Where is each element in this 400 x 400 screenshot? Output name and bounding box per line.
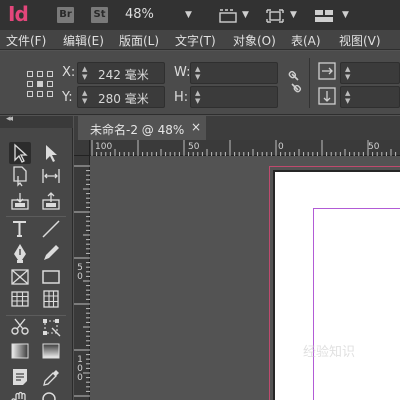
scissors-tool-icon[interactable] <box>9 316 31 338</box>
direct-selection-tool-icon[interactable] <box>40 142 62 164</box>
scale-y-field[interactable]: ▲ ▼ <box>340 86 400 108</box>
hand-tool-icon[interactable] <box>9 390 31 400</box>
menu-edit[interactable]: 编辑(E) <box>63 32 104 49</box>
x-stepper-icon[interactable]: ▲ ▼ <box>82 65 87 81</box>
close-tab-icon[interactable]: × <box>191 120 201 134</box>
content-placer-icon[interactable] <box>40 190 62 212</box>
grid-tool-icon[interactable] <box>40 288 62 310</box>
table-tool-icon[interactable] <box>9 288 31 310</box>
zoom-level[interactable]: 48% <box>125 7 154 22</box>
free-transform-tool-icon[interactable] <box>40 316 62 338</box>
gradient-feather-tool-icon[interactable] <box>40 340 62 362</box>
scale-x-stepper-icon[interactable]: ▲ ▼ <box>345 65 350 81</box>
reference-point-icon[interactable] <box>27 71 53 97</box>
arrange-documents-icon[interactable] <box>314 8 334 27</box>
view-options-chevron-icon[interactable]: ▼ <box>242 10 249 20</box>
scale-x-icon[interactable] <box>318 62 336 84</box>
x-label: X: <box>62 65 76 80</box>
arrange-documents-chevron-icon[interactable]: ▼ <box>342 10 349 20</box>
rectangle-frame-tool-icon[interactable] <box>9 266 31 288</box>
type-tool-icon[interactable] <box>9 218 31 240</box>
horizontal-ruler[interactable]: 100 50 0 50 <box>90 140 400 156</box>
document-tab[interactable]: 未命名-2 @ 48% × <box>78 116 206 140</box>
h-field[interactable]: ▲ ▼ <box>190 86 278 108</box>
watermark-text: 经验知识 <box>303 345 356 360</box>
line-tool-icon[interactable] <box>40 218 62 240</box>
y-stepper-icon[interactable]: ▲ ▼ <box>82 89 87 105</box>
menu-view[interactable]: 视图(V) <box>339 32 381 49</box>
horizontal-ruler-ticks <box>91 140 397 156</box>
note-tool-icon[interactable] <box>9 366 31 388</box>
menu-layout[interactable]: 版面(L) <box>119 32 159 49</box>
scale-y-stepper-icon[interactable]: ▲ ▼ <box>345 89 350 105</box>
application-bar: Id Br St 48% ▼ ▼ ▼ ▼ <box>0 0 400 30</box>
document-tab-strip: 未命名-2 @ 48% × <box>74 116 400 140</box>
indesign-logo: Id <box>8 2 29 26</box>
pen-tool-icon[interactable] <box>9 242 31 264</box>
view-options-icon[interactable] <box>219 8 237 27</box>
x-value: 242 毫米 <box>98 68 149 82</box>
gradient-swatch-tool-icon[interactable] <box>9 340 31 362</box>
w-field[interactable]: ▲ ▼ <box>190 62 278 84</box>
zoom-dropdown-icon[interactable]: ▼ <box>185 10 192 20</box>
document-tab-title: 未命名-2 @ 48% <box>90 123 185 137</box>
page-tool-icon[interactable] <box>9 165 31 187</box>
bridge-button[interactable]: Br <box>57 7 74 23</box>
ruler-label-100: 100 <box>95 142 113 152</box>
menu-object[interactable]: 对象(O) <box>233 32 276 49</box>
tools-divider <box>6 216 66 217</box>
menu-file[interactable]: 文件(F) <box>6 32 46 49</box>
gap-tool-icon[interactable] <box>40 165 62 187</box>
screen-mode-icon[interactable] <box>266 8 284 27</box>
w-label: W: <box>174 65 191 80</box>
collapse-panel-icon[interactable]: ◂◂ <box>6 114 13 124</box>
rectangle-tool-icon[interactable] <box>40 266 62 288</box>
menu-type[interactable]: 文字(T) <box>175 32 216 49</box>
ruler-label-50-right: 50 <box>368 142 380 152</box>
vertical-ruler[interactable]: 5 0 1 0 0 <box>74 156 90 400</box>
screen-mode-chevron-icon[interactable]: ▼ <box>290 10 297 20</box>
vertical-ruler-label-100: 1 0 0 <box>76 356 84 383</box>
content-collector-icon[interactable] <box>9 190 31 212</box>
zoom-tool-icon[interactable] <box>40 390 62 400</box>
selection-tool-icon[interactable] <box>9 142 31 164</box>
y-label: Y: <box>62 90 73 105</box>
h-stepper-icon[interactable]: ▲ ▼ <box>195 89 200 105</box>
margin-guide <box>313 208 400 400</box>
constrain-proportions-icon[interactable] <box>287 70 303 98</box>
eyedropper-tool-icon[interactable] <box>40 366 62 388</box>
v-digit: 0 <box>77 373 83 383</box>
ruler-origin[interactable] <box>74 140 90 156</box>
y-field[interactable]: ▲ ▼ 280 毫米 <box>77 86 165 108</box>
tools-panel <box>0 128 73 400</box>
scale-y-icon[interactable] <box>318 87 336 109</box>
menu-bar: 文件(F) 编辑(E) 版面(L) 文字(T) 对象(O) 表(A) 视图(V) <box>0 30 400 50</box>
y-value: 280 毫米 <box>98 92 149 106</box>
control-divider <box>309 58 310 108</box>
w-stepper-icon[interactable]: ▲ ▼ <box>195 65 200 81</box>
tools-panel-header[interactable]: ◂◂ <box>0 114 73 128</box>
h-label: H: <box>174 90 189 105</box>
stock-button[interactable]: St <box>91 7 108 23</box>
scale-x-field[interactable]: ▲ ▼ <box>340 62 400 84</box>
x-field[interactable]: ▲ ▼ 242 毫米 <box>77 62 165 84</box>
pencil-tool-icon[interactable] <box>40 242 62 264</box>
vertical-ruler-label-50: 5 0 <box>76 264 84 282</box>
ruler-label-0: 0 <box>278 142 284 152</box>
ruler-label-50: 50 <box>188 142 200 152</box>
menu-table[interactable]: 表(A) <box>291 32 321 49</box>
v-digit: 0 <box>77 272 83 282</box>
